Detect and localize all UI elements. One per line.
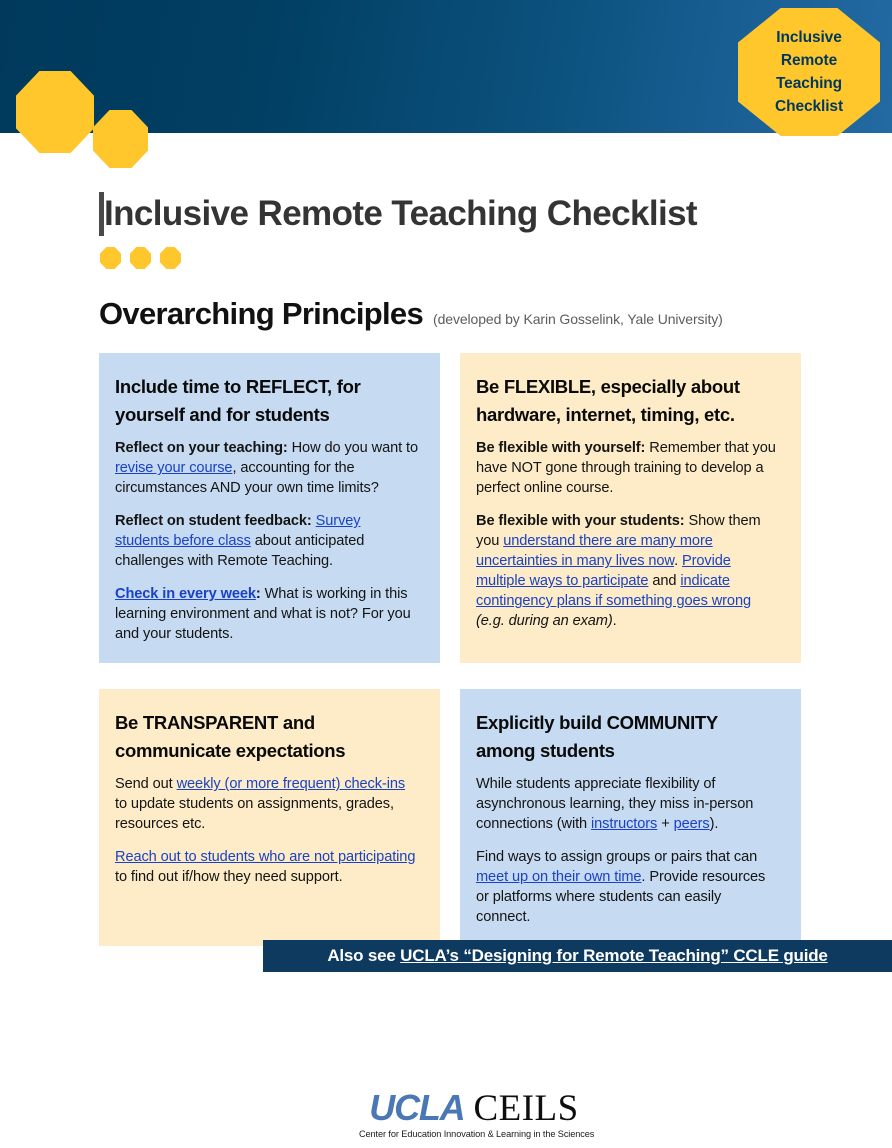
card-reflect: Include time to REFLECT, for yourself an… bbox=[99, 353, 440, 664]
card-paragraph: While students appreciate flexibility of… bbox=[476, 775, 779, 835]
card-paragraph: Find ways to assign groups or pairs that… bbox=[476, 848, 779, 928]
plain-text: ). bbox=[709, 816, 719, 833]
logo-wordmark: UCLA CEILS bbox=[359, 1087, 589, 1129]
plain-text: Find ways to assign groups or pairs that… bbox=[476, 849, 758, 866]
badge-line: Inclusive bbox=[776, 28, 842, 46]
plain-text: + bbox=[657, 816, 674, 833]
card-paragraph: Be flexible with your students: Show the… bbox=[476, 512, 779, 632]
card-community: Explicitly build COMMUNITY among student… bbox=[460, 689, 801, 947]
ccle-guide-banner[interactable]: Also see UCLA’s “Designing for Remote Te… bbox=[263, 940, 892, 972]
card-flexible: Be FLEXIBLE, especially about hardware, … bbox=[460, 353, 801, 664]
bold-text: Be flexible with yourself: bbox=[476, 440, 646, 457]
inline-link[interactable]: Reach out to students who are not partic… bbox=[115, 849, 415, 865]
principles-grid: Include time to REFLECT, for yourself an… bbox=[99, 353, 821, 947]
title-dot-group bbox=[100, 247, 181, 269]
card-title: Explicitly build COMMUNITY among student… bbox=[476, 712, 718, 762]
plain-text: . bbox=[674, 553, 682, 570]
page-title: Inclusive Remote Teaching Checklist bbox=[104, 194, 698, 233]
section-attribution: (developed by Karin Gosselink, Yale Univ… bbox=[433, 311, 723, 327]
octagon-dot-icon bbox=[130, 247, 151, 269]
octagon-dot-icon bbox=[100, 247, 121, 269]
ucla-ceils-logo: UCLA CEILS Center for Education Innovati… bbox=[359, 1087, 595, 1140]
card-paragraph: Check in every week: What is working in … bbox=[115, 585, 418, 645]
section-header: Overarching Principles (developed by Kar… bbox=[99, 296, 723, 332]
plain-text: How do you want to bbox=[287, 440, 418, 457]
banner-text: Also see UCLA’s “Designing for Remote Te… bbox=[327, 946, 828, 966]
badge-line: Teaching bbox=[775, 74, 843, 92]
card-body: Send out weekly (or more frequent) check… bbox=[115, 775, 418, 888]
plain-text: . bbox=[612, 613, 617, 630]
card-paragraph: Reach out to students who are not partic… bbox=[115, 848, 418, 888]
plain-text: to find out if/how they need support. bbox=[115, 869, 343, 886]
card-body: Reflect on your teaching: How do you wan… bbox=[115, 439, 418, 645]
logo-ceils-text: CEILS bbox=[473, 1088, 579, 1129]
card-title: Be TRANSPARENT and communicate expectati… bbox=[115, 712, 346, 762]
italic-text: (e.g. during an exam) bbox=[476, 613, 613, 630]
bold-text: Reflect on your teaching: bbox=[115, 440, 288, 457]
plain-text: Send out bbox=[115, 776, 177, 793]
card-title: Include time to REFLECT, for yourself an… bbox=[115, 376, 361, 426]
card-title: Be FLEXIBLE, especially about hardware, … bbox=[476, 376, 740, 426]
plain-text: and bbox=[648, 573, 681, 590]
card-body: While students appreciate flexibility of… bbox=[476, 775, 779, 928]
inline-link[interactable]: revise your course bbox=[115, 460, 233, 476]
card-body: Be flexible with yourself: Remember that… bbox=[476, 439, 779, 632]
logo-ucla-text: UCLA bbox=[369, 1087, 465, 1128]
inline-link[interactable]: peers bbox=[674, 816, 710, 832]
ccle-guide-link[interactable]: UCLA’s “Designing for Remote Teaching” C… bbox=[400, 946, 828, 965]
octagon-icon bbox=[16, 71, 94, 153]
card-row-2: Be TRANSPARENT and communicate expectati… bbox=[99, 689, 821, 947]
badge-line: Remote bbox=[780, 51, 838, 69]
badge-line: Checklist bbox=[774, 97, 844, 115]
logo-tagline: Center for Education Innovation & Learni… bbox=[359, 1129, 595, 1139]
card-row-1: Include time to REFLECT, for yourself an… bbox=[99, 353, 821, 664]
inline-link[interactable]: Check in every week bbox=[115, 586, 256, 602]
card-paragraph: Send out weekly (or more frequent) check… bbox=[115, 775, 418, 835]
plain-text: to update students on assignments, grade… bbox=[115, 796, 394, 833]
bold-text: Reflect on student feedback: bbox=[115, 513, 312, 530]
card-paragraph: Reflect on student feedback: Survey stud… bbox=[115, 512, 418, 572]
card-paragraph: Reflect on your teaching: How do you wan… bbox=[115, 439, 418, 499]
octagon-icon bbox=[93, 110, 148, 168]
title-block: Inclusive Remote Teaching Checklist bbox=[99, 190, 859, 242]
inline-link[interactable]: meet up on their own time bbox=[476, 869, 642, 885]
inline-link[interactable]: weekly (or more frequent) check-ins bbox=[177, 776, 406, 792]
card-transparent: Be TRANSPARENT and communicate expectati… bbox=[99, 689, 440, 947]
section-title: Overarching Principles bbox=[99, 296, 424, 331]
banner-prefix: Also see bbox=[327, 946, 401, 965]
bold-text: Be flexible with your students: bbox=[476, 513, 685, 530]
header-badge: Inclusive Remote Teaching Checklist bbox=[738, 8, 880, 136]
card-paragraph: Be flexible with yourself: Remember that… bbox=[476, 439, 779, 499]
octagon-dot-icon bbox=[160, 247, 181, 269]
inline-link[interactable]: instructors bbox=[591, 816, 657, 832]
